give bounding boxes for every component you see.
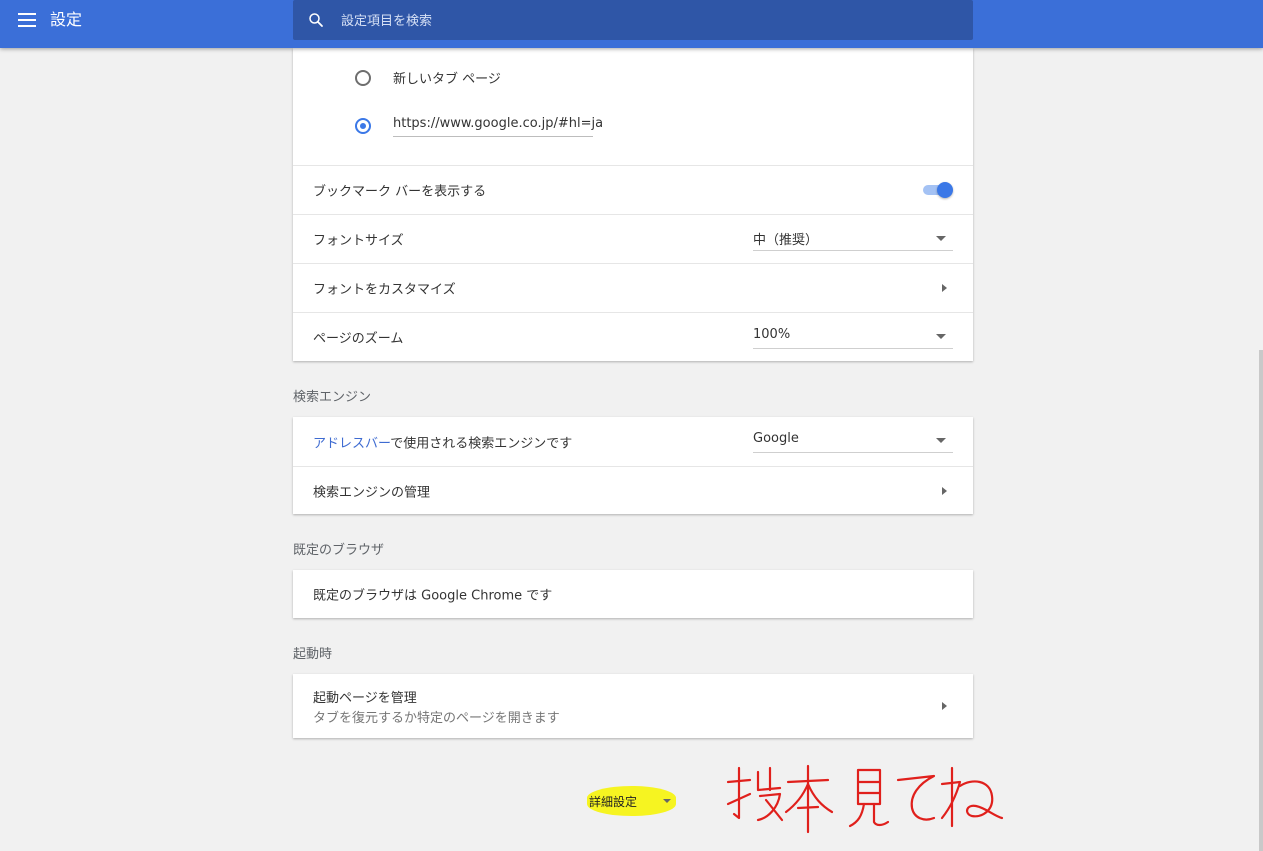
bookmark-bar-toggle[interactable] <box>923 182 953 198</box>
on-startup-card: 起動ページを管理 タブを復元するか特定のページを開きます <box>293 674 973 738</box>
radio-custom-url[interactable] <box>355 118 371 134</box>
radio-new-tab[interactable] <box>355 70 371 86</box>
default-browser-card: 既定のブラウザは Google Chrome です <box>293 570 973 618</box>
search-input[interactable] <box>339 9 943 33</box>
page-zoom-label: ページのズーム <box>313 331 404 347</box>
chevron-down-icon <box>663 799 671 803</box>
advanced-settings-button[interactable]: 詳細設定 <box>587 786 676 816</box>
address-bar-engine-label: アドレスバーで使用される検索エンジンです <box>313 432 572 451</box>
chevron-right-icon <box>942 284 947 292</box>
manage-search-engines-row[interactable]: 検索エンジンの管理 <box>293 466 973 515</box>
default-browser-suffix: です <box>526 588 553 604</box>
advanced-settings-label: 詳細設定 <box>589 795 638 809</box>
font-size-value: 中（推奨） <box>753 233 819 248</box>
search-engine-section-title: 検索エンジン <box>293 390 372 405</box>
on-startup-section-title: 起動時 <box>293 647 333 662</box>
home-url-field[interactable]: https://www.google.co.jp/#hl=ja <box>393 114 603 137</box>
search-engine-card: アドレスバーで使用される検索エンジンです Google 検索エンジンの管理 <box>293 417 973 514</box>
page-zoom-row: ページのズーム 100% <box>293 312 973 361</box>
search-bar[interactable] <box>293 0 973 40</box>
hamburger-menu-icon[interactable] <box>18 13 36 29</box>
radio-label-new-tab: 新しいタブ ページ <box>393 72 501 87</box>
customize-fonts-row[interactable]: フォントをカスタマイズ <box>293 263 973 312</box>
font-size-select[interactable]: 中（推奨） <box>753 227 953 251</box>
handwritten-annotation <box>726 764 1004 834</box>
manage-startup-pages-row[interactable]: 起動ページを管理 タブを復元するか特定のページを開きます <box>293 674 973 738</box>
dropdown-caret-icon <box>936 334 946 339</box>
top-app-bar: 設定 <box>0 0 1263 48</box>
address-bar-engine-text: で使用される検索エンジンです <box>390 436 573 451</box>
search-engine-value: Google <box>753 431 799 446</box>
default-browser-row: 既定のブラウザは Google Chrome です <box>293 570 973 618</box>
address-bar-engine-row: アドレスバーで使用される検索エンジンです Google <box>293 417 973 466</box>
chevron-right-icon <box>942 487 947 495</box>
manage-startup-pages-sublabel: タブを復元するか特定のページを開きます <box>313 711 560 726</box>
scrollbar-thumb[interactable] <box>1259 350 1263 851</box>
page-title: 設定 <box>50 10 83 29</box>
customize-fonts-label: フォントをカスタマイズ <box>313 282 456 298</box>
font-size-row: フォントサイズ 中（推奨） <box>293 214 973 263</box>
manage-startup-pages-label: 起動ページを管理 <box>313 691 417 706</box>
address-bar-link[interactable]: アドレスバー <box>313 436 390 451</box>
dropdown-caret-icon <box>936 438 946 443</box>
search-icon <box>309 13 323 27</box>
chevron-right-icon <box>942 702 947 710</box>
appearance-card: 新しいタブ ページ https://www.google.co.jp/#hl=j… <box>293 48 973 361</box>
default-browser-name: Google Chrome <box>421 588 523 604</box>
page-zoom-value: 100% <box>753 327 791 342</box>
default-browser-status: 既定のブラウザは Google Chrome です <box>313 585 552 604</box>
dropdown-caret-icon <box>936 236 946 241</box>
font-size-label: フォントサイズ <box>313 233 404 249</box>
default-browser-prefix: 既定のブラウザは <box>313 588 418 604</box>
bookmark-bar-label: ブックマーク バーを表示する <box>313 184 487 200</box>
page-zoom-select[interactable]: 100% <box>753 325 953 349</box>
manage-search-engines-label: 検索エンジンの管理 <box>313 485 431 501</box>
bookmark-bar-row[interactable]: ブックマーク バーを表示する <box>293 165 973 214</box>
search-engine-select[interactable]: Google <box>753 429 953 453</box>
default-browser-section-title: 既定のブラウザ <box>293 543 385 558</box>
